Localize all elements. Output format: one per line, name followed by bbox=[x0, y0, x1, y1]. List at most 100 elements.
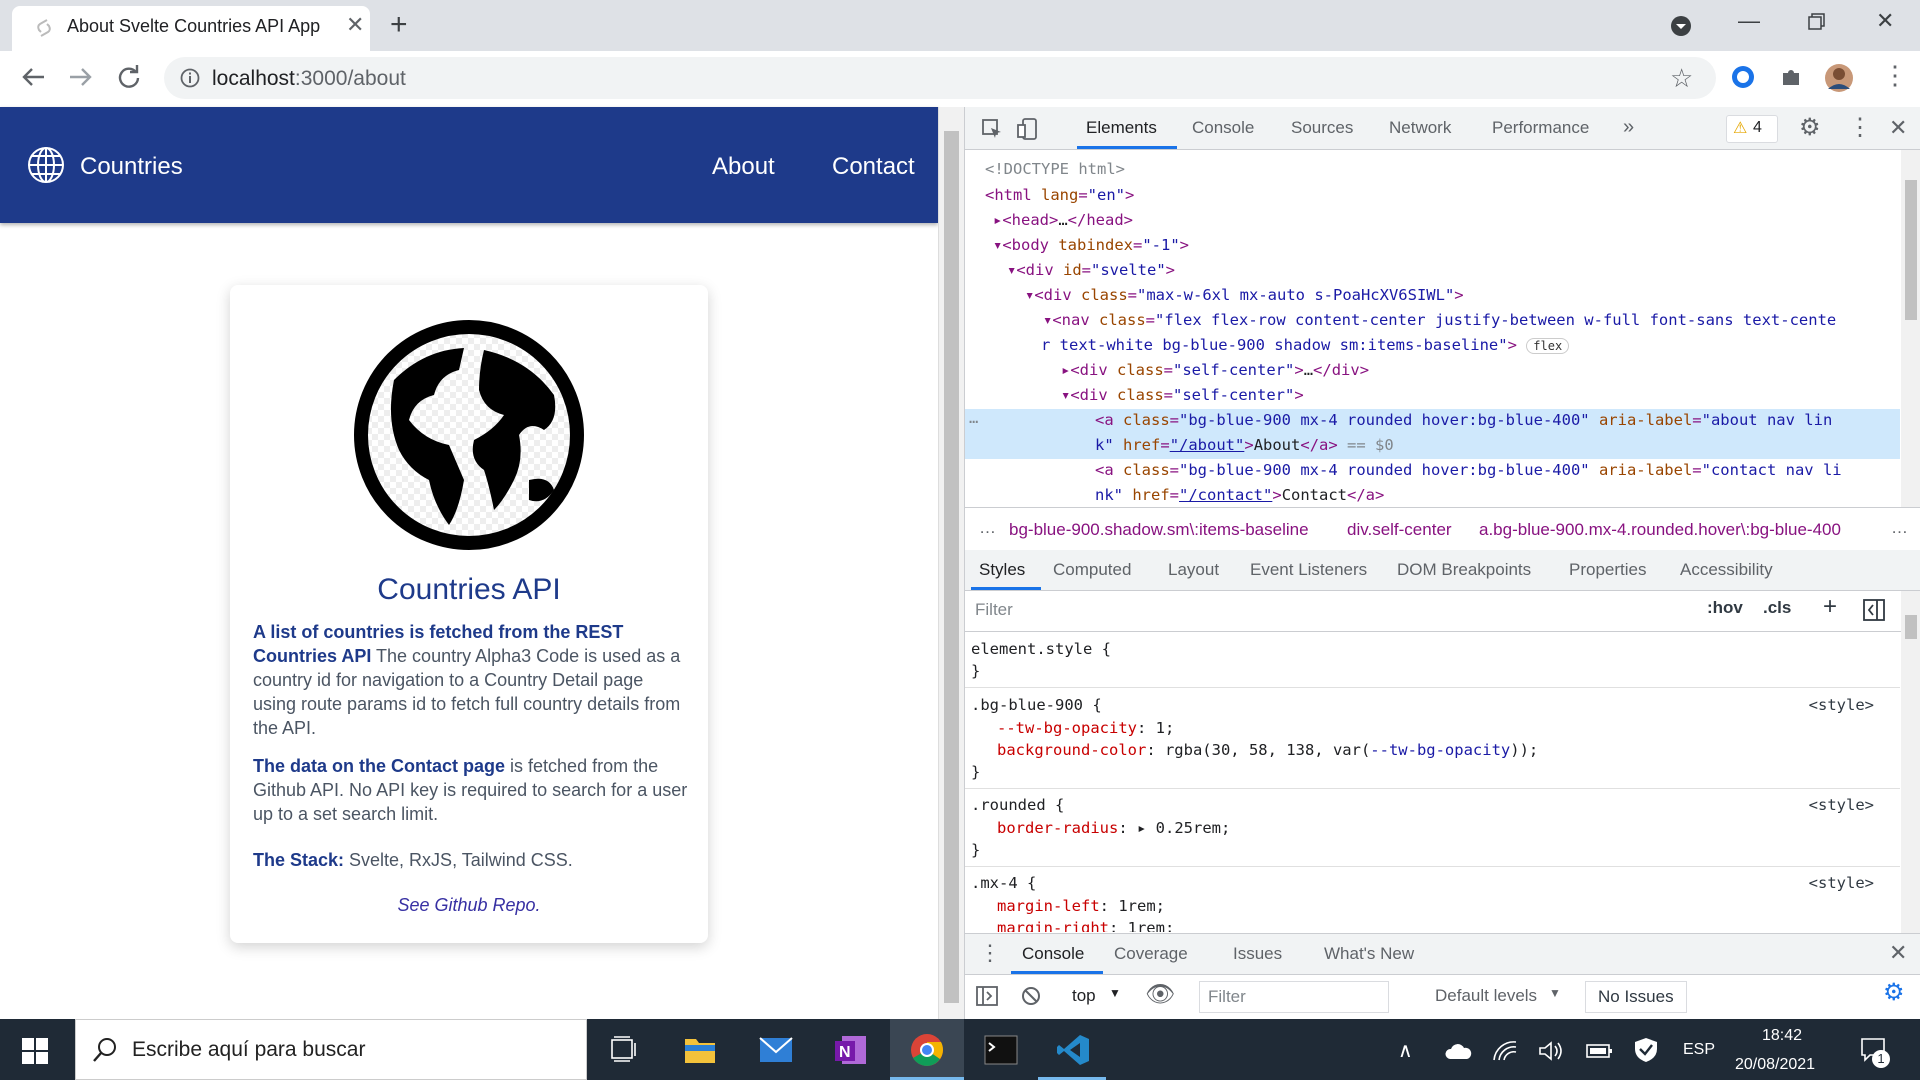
globe-icon[interactable] bbox=[27, 146, 65, 184]
tab-accessibility[interactable]: Accessibility bbox=[1680, 560, 1773, 580]
tab-layout[interactable]: Layout bbox=[1168, 560, 1219, 580]
dom-tree[interactable]: <!DOCTYPE html> <html lang="en"> ▸<head>… bbox=[965, 150, 1900, 507]
device-toolbar-icon[interactable] bbox=[1017, 117, 1039, 141]
warnings-badge[interactable]: ⚠ 4 bbox=[1726, 115, 1778, 143]
new-rule-icon[interactable]: + bbox=[1823, 593, 1837, 621]
browser-tab[interactable]: About Svelte Countries API App ✕ bbox=[12, 6, 370, 51]
log-levels-dropdown[interactable]: Default levels bbox=[1435, 986, 1537, 1006]
warning-icon: ⚠ bbox=[1733, 120, 1748, 137]
new-tab-button[interactable]: + bbox=[390, 8, 408, 42]
tab-console[interactable]: Console bbox=[1192, 118, 1254, 138]
browser-menu-icon[interactable]: ⋮ bbox=[1882, 60, 1908, 91]
battery-icon[interactable] bbox=[1586, 1041, 1614, 1061]
reload-icon[interactable] bbox=[116, 64, 142, 90]
profile-avatar[interactable] bbox=[1824, 63, 1854, 93]
drawer-tab-whats-new[interactable]: What's New bbox=[1324, 944, 1414, 964]
settings-gear-icon[interactable]: ⚙ bbox=[1799, 113, 1821, 142]
tab-styles[interactable]: Styles bbox=[979, 560, 1025, 580]
site-info-icon[interactable] bbox=[180, 68, 200, 88]
scroll-thumb[interactable] bbox=[944, 131, 959, 1003]
drawer-tabbar: ⋮ Console Coverage Issues What's New ✕ bbox=[965, 933, 1920, 975]
task-view-icon[interactable] bbox=[610, 1036, 638, 1064]
flex-badge: flex bbox=[1526, 338, 1570, 354]
issues-button[interactable]: No Issues bbox=[1585, 981, 1687, 1013]
close-devtools-icon[interactable]: ✕ bbox=[1889, 115, 1907, 141]
console-sidebar-icon[interactable] bbox=[976, 986, 998, 1006]
nav-contact-link[interactable]: Contact bbox=[832, 153, 915, 181]
bookmark-star-icon[interactable]: ☆ bbox=[1670, 63, 1693, 94]
restore-button[interactable] bbox=[1808, 13, 1826, 31]
drawer-tab-coverage[interactable]: Coverage bbox=[1114, 944, 1188, 964]
live-expression-eye-icon[interactable]: 👁 bbox=[1145, 980, 1175, 1009]
back-icon[interactable] bbox=[20, 66, 46, 88]
tab-close-icon[interactable]: ✕ bbox=[346, 12, 364, 38]
devtools-menu-icon[interactable]: ⋮ bbox=[1848, 113, 1872, 142]
breadcrumb-item-nav[interactable]: bg-blue-900.shadow.sm\:items-baseline bbox=[1009, 520, 1309, 540]
clock-time[interactable]: 18:42 bbox=[1762, 1027, 1802, 1045]
cls-toggle[interactable]: .cls bbox=[1763, 598, 1791, 618]
vscode-icon[interactable] bbox=[1056, 1033, 1090, 1067]
forward-icon[interactable] bbox=[68, 66, 94, 88]
clear-console-icon[interactable] bbox=[1021, 986, 1041, 1006]
dom-scrollbar[interactable] bbox=[1901, 150, 1920, 507]
language-indicator[interactable]: ESP bbox=[1683, 1041, 1715, 1059]
hov-toggle[interactable]: :hov bbox=[1707, 598, 1743, 618]
file-explorer-icon[interactable] bbox=[684, 1034, 716, 1064]
svelte-favicon-icon bbox=[37, 19, 51, 37]
inspect-element-icon[interactable] bbox=[981, 118, 1003, 140]
tab-title: About Svelte Countries API App bbox=[67, 16, 321, 36]
svg-text:N: N bbox=[839, 1044, 851, 1061]
terminal-icon[interactable] bbox=[984, 1035, 1018, 1065]
tab-sources[interactable]: Sources bbox=[1291, 118, 1353, 138]
contact-paragraph: The data on the Contact page is fetched … bbox=[253, 756, 688, 824]
page-scrollbar[interactable] bbox=[938, 107, 964, 1019]
toggle-sidebar-icon[interactable] bbox=[1863, 599, 1885, 621]
chrome-icon[interactable] bbox=[910, 1033, 944, 1067]
drawer-menu-icon[interactable]: ⋮ bbox=[979, 940, 1001, 966]
security-shield-icon[interactable] bbox=[1634, 1037, 1658, 1063]
breadcrumb-item-div[interactable]: div.self-center bbox=[1347, 520, 1452, 540]
wifi-icon[interactable] bbox=[1492, 1040, 1518, 1062]
minimize-button[interactable]: — bbox=[1738, 8, 1760, 34]
more-tabs-icon[interactable]: » bbox=[1623, 116, 1634, 139]
extensions-puzzle-icon[interactable] bbox=[1779, 65, 1803, 89]
stack-paragraph: The Stack: Svelte, RxJS, Tailwind CSS. bbox=[253, 850, 573, 870]
tab-performance[interactable]: Performance bbox=[1492, 118, 1589, 138]
volume-icon[interactable] bbox=[1538, 1040, 1564, 1062]
brand-link[interactable]: Countries bbox=[80, 153, 183, 181]
card-title: Countries API bbox=[377, 573, 561, 606]
drawer-tab-console[interactable]: Console bbox=[1022, 944, 1084, 964]
tab-dom-breakpoints[interactable]: DOM Breakpoints bbox=[1397, 560, 1531, 580]
tab-computed[interactable]: Computed bbox=[1053, 560, 1131, 580]
styles-scrollbar[interactable] bbox=[1901, 591, 1920, 933]
drawer-tab-issues[interactable]: Issues bbox=[1233, 944, 1282, 964]
mail-icon[interactable] bbox=[759, 1036, 793, 1064]
devtools-tabbar: Elements Console Sources Network Perform… bbox=[965, 107, 1920, 150]
windows-start-icon[interactable] bbox=[22, 1038, 48, 1064]
breadcrumb: … bg-blue-900.shadow.sm\:items-baseline … bbox=[965, 507, 1920, 551]
breadcrumb-item-a[interactable]: a.bg-blue-900.mx-4.rounded.hover\:bg-blu… bbox=[1479, 520, 1841, 540]
show-hidden-icons-icon[interactable]: ∧ bbox=[1398, 1038, 1413, 1063]
taskbar-search-box[interactable]: Escribe aquí para buscar bbox=[75, 1019, 587, 1080]
tab-event-listeners[interactable]: Event Listeners bbox=[1250, 560, 1367, 580]
tab-network[interactable]: Network bbox=[1389, 118, 1451, 138]
onenote-icon[interactable]: N bbox=[834, 1034, 868, 1066]
styles-filter-bar: Filter :hov .cls + bbox=[965, 591, 1920, 632]
console-settings-icon[interactable]: ⚙ bbox=[1883, 978, 1905, 1007]
styles-filter-input[interactable]: Filter bbox=[969, 596, 1653, 624]
extension-1password-icon[interactable] bbox=[1730, 64, 1756, 90]
console-filter-input[interactable]: Filter bbox=[1199, 981, 1389, 1013]
tab-elements[interactable]: Elements bbox=[1086, 118, 1157, 138]
tab-properties[interactable]: Properties bbox=[1569, 560, 1646, 580]
styles-pane[interactable]: element.style { } .bg-blue-900 { <style>… bbox=[965, 632, 1900, 932]
onedrive-cloud-icon[interactable] bbox=[1444, 1042, 1472, 1060]
github-repo-link[interactable]: See Github Repo. bbox=[230, 895, 708, 916]
close-drawer-icon[interactable]: ✕ bbox=[1889, 940, 1907, 966]
context-selector[interactable]: top bbox=[1072, 986, 1096, 1006]
styles-tabbar: Styles Computed Layout Event Listeners D… bbox=[965, 550, 1920, 591]
nav-about-link[interactable]: About bbox=[712, 153, 775, 181]
search-icon bbox=[93, 1038, 116, 1062]
clock-date[interactable]: 20/08/2021 bbox=[1735, 1056, 1815, 1074]
tab-search-icon[interactable] bbox=[1670, 15, 1692, 37]
close-window-button[interactable]: ✕ bbox=[1876, 8, 1894, 34]
